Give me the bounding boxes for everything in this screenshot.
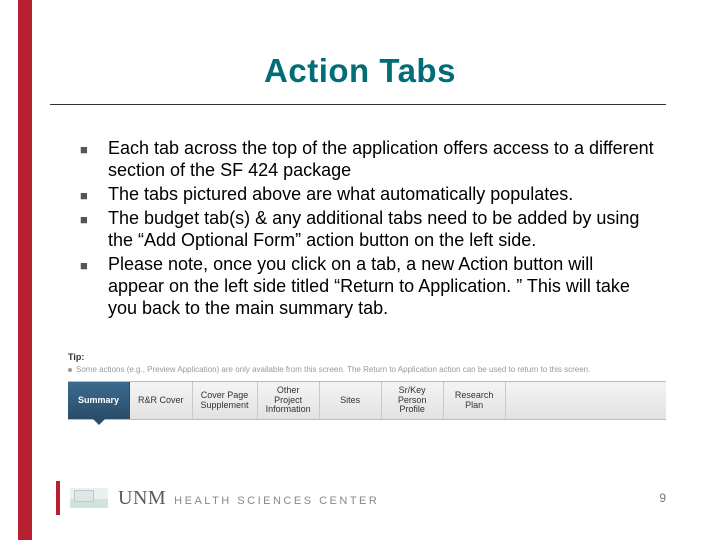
tab-label: Summary (78, 396, 119, 405)
tab-summary[interactable]: Summary (68, 382, 130, 419)
accent-bar (18, 0, 32, 540)
tab-other-project-information[interactable]: Other Project Information (258, 382, 320, 419)
tab-rr-cover[interactable]: R&R Cover (130, 382, 193, 419)
tab-label: Research Plan (455, 391, 494, 410)
tab-sites[interactable]: Sites (320, 382, 382, 419)
list-item: ■ The budget tab(s) & any additional tab… (80, 208, 654, 252)
bullet-square-icon: ■ (80, 138, 108, 158)
list-item: ■ The tabs pictured above are what autom… (80, 184, 654, 206)
bullet-dot-icon (68, 368, 72, 372)
tip-label: Tip: (68, 352, 666, 362)
tip-text: Some actions (e.g., Preview Application)… (76, 365, 590, 374)
logo-campus-icon (70, 488, 108, 508)
tab-label: Cover Page Supplement (201, 391, 249, 410)
bullet-text: Each tab across the top of the applicati… (108, 138, 654, 182)
bullet-text: Please note, once you click on a tab, a … (108, 254, 654, 320)
bullet-square-icon: ■ (80, 184, 108, 204)
page-number: 9 (659, 491, 666, 505)
footer: UNM HEALTH SCIENCES CENTER 9 (56, 478, 666, 518)
tab-label: Other Project Information (266, 386, 311, 414)
tab-sr-key-person-profile[interactable]: Sr/Key Person Profile (382, 382, 444, 419)
bullet-text: The tabs pictured above are what automat… (108, 184, 654, 206)
logo-text: UNM HEALTH SCIENCES CENTER (118, 487, 379, 510)
bullet-text: The budget tab(s) & any additional tabs … (108, 208, 654, 252)
title-underline (50, 104, 666, 105)
slide-title: Action Tabs (50, 52, 670, 90)
bullet-list: ■ Each tab across the top of the applica… (80, 138, 654, 322)
logo-accent-bar (56, 481, 60, 515)
footer-logo: UNM HEALTH SCIENCES CENTER (56, 481, 379, 515)
list-item: ■ Please note, once you click on a tab, … (80, 254, 654, 320)
tab-research-plan[interactable]: Research Plan (444, 382, 506, 419)
logo-org-short: UNM (118, 487, 166, 510)
tabstrip-spacer (506, 382, 666, 419)
application-tabs: Summary R&R Cover Cover Page Supplement … (68, 381, 666, 420)
tab-label: R&R Cover (138, 396, 184, 405)
bullet-square-icon: ■ (80, 254, 108, 274)
list-item: ■ Each tab across the top of the applica… (80, 138, 654, 182)
bullet-square-icon: ■ (80, 208, 108, 228)
tip-text-row: Some actions (e.g., Preview Application)… (68, 365, 666, 374)
tab-label: Sr/Key Person Profile (398, 386, 427, 414)
tab-cover-page-supplement[interactable]: Cover Page Supplement (193, 382, 258, 419)
tab-label: Sites (340, 396, 360, 405)
logo-org-long: HEALTH SCIENCES CENTER (174, 495, 379, 507)
tip-block: Tip: Some actions (e.g., Preview Applica… (68, 352, 666, 378)
slide: Action Tabs ■ Each tab across the top of… (0, 0, 720, 540)
